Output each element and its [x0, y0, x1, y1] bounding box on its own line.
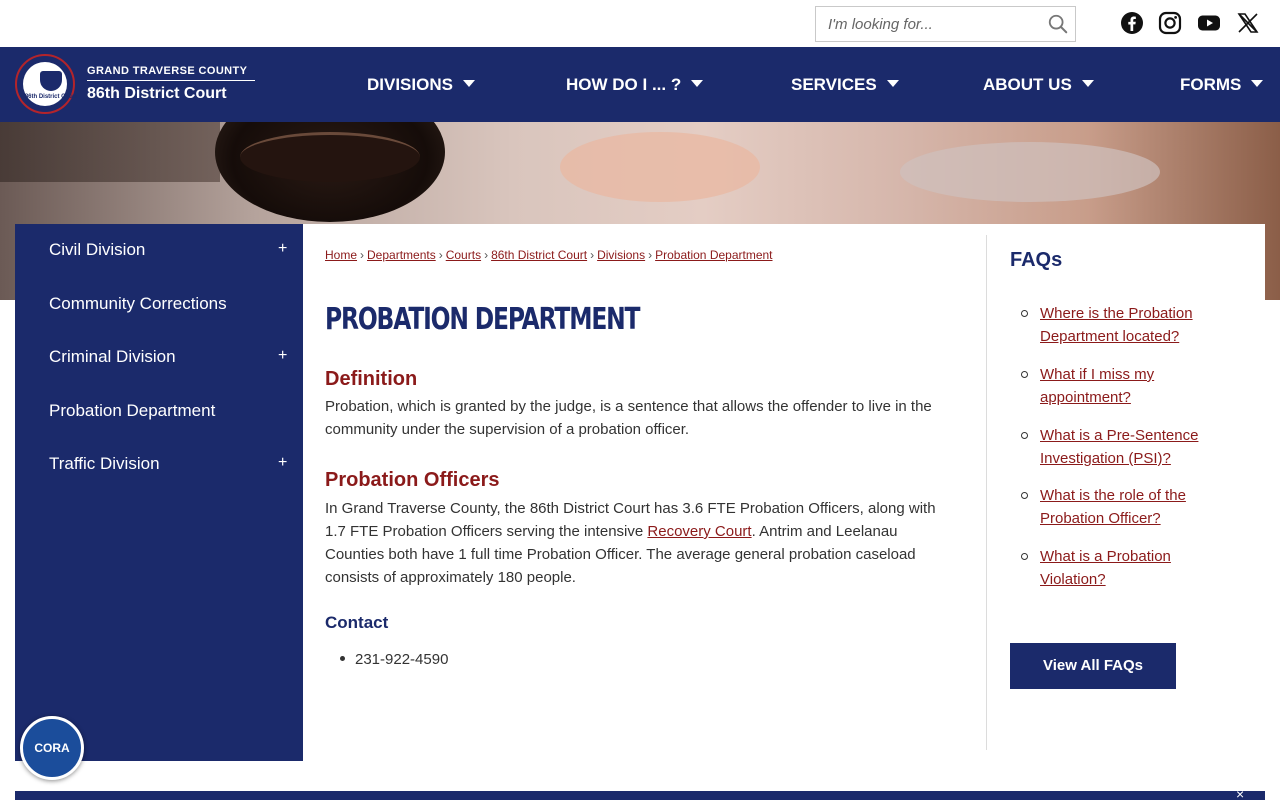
chevron-down-icon — [886, 80, 899, 88]
nav-label: DIVISIONS — [367, 75, 453, 94]
main-nav: 86th District Court GRAND TRAVERSE COUNT… — [0, 47, 1280, 122]
sidebar-item-criminal-division[interactable]: Criminal Division — [49, 347, 176, 367]
footer-bar — [15, 791, 1265, 800]
bullet — [1021, 371, 1028, 378]
search-input[interactable] — [816, 7, 1041, 41]
court-seal-logo[interactable]: 86th District Court — [15, 54, 77, 114]
nav-label: HOW DO I ... ? — [566, 75, 682, 94]
officers-heading: Probation Officers — [325, 469, 500, 491]
chevron-down-icon — [1251, 80, 1264, 88]
nav-about-us[interactable]: ABOUT US — [983, 75, 1094, 95]
contact-phone: 231-922-4590 — [340, 651, 448, 668]
expand-icon[interactable]: + — [278, 240, 287, 258]
breadcrumb-separator: › — [590, 248, 595, 262]
breadcrumb-separator: › — [360, 248, 365, 262]
nav-how-do-i[interactable]: HOW DO I ... ? — [566, 75, 704, 95]
recovery-court-link[interactable]: Recovery Court — [647, 523, 751, 540]
breadcrumb-separator: › — [484, 248, 489, 262]
bullet — [1021, 553, 1028, 560]
seal-text: 86th District Court — [24, 94, 78, 100]
bullet — [340, 655, 345, 661]
bullet — [1021, 432, 1028, 439]
brand-county[interactable]: GRAND TRAVERSE COUNTY — [87, 65, 247, 77]
youtube-icon[interactable] — [1197, 11, 1221, 35]
breadcrumb-divisions[interactable]: Divisions — [597, 248, 645, 262]
search-box[interactable] — [815, 6, 1076, 42]
bullet — [1021, 310, 1028, 317]
breadcrumb: Home › Departments › Courts › 86th District Co… — [325, 248, 773, 262]
expand-icon[interactable]: + — [278, 454, 287, 472]
page-title: PROBATION DEPARTMENT — [325, 302, 641, 337]
brand-divider — [87, 80, 255, 81]
breadcrumb-separator: › — [438, 248, 443, 262]
sidebar-item-probation-department[interactable]: Probation Department — [49, 401, 215, 421]
faq-item: What if I miss my appointment? — [1040, 363, 1240, 409]
sidebar-item-traffic-division[interactable]: Traffic Division — [49, 454, 160, 474]
breadcrumb-departments[interactable]: Departments — [367, 248, 436, 262]
nav-label: ABOUT US — [983, 75, 1072, 94]
search-icon[interactable] — [1047, 13, 1069, 35]
faq-item: Where is the Probation Department locate… — [1040, 302, 1240, 348]
sidebar-nav: Civil Division + Community Corrections C… — [15, 224, 303, 761]
nav-divisions[interactable]: DIVISIONS — [367, 75, 475, 95]
instagram-icon[interactable] — [1158, 11, 1182, 35]
nav-forms[interactable]: FORMS — [1180, 75, 1264, 95]
nav-services[interactable]: SERVICES — [791, 75, 899, 95]
faq-link[interactable]: What is a Pre-Sentence Investigation (PS… — [1040, 427, 1198, 467]
faq-link[interactable]: What is the role of the Probation Office… — [1040, 487, 1186, 527]
crest-icon — [40, 71, 62, 91]
faq-item: What is a Pre-Sentence Investigation (PS… — [1040, 424, 1240, 470]
definition-heading: Definition — [325, 368, 418, 390]
faq-item: What is the role of the Probation Office… — [1040, 484, 1240, 530]
officers-text: In Grand Traverse County, the 86th Distr… — [325, 497, 955, 589]
faq-link[interactable]: What if I miss my appointment? — [1040, 366, 1154, 406]
sidebar-item-community-corrections[interactable]: Community Corrections — [49, 294, 227, 314]
sidebar-item-civil-division[interactable]: Civil Division — [49, 240, 145, 260]
faq-link[interactable]: What is a Probation Violation? — [1040, 548, 1171, 588]
faq-link[interactable]: Where is the Probation Department locate… — [1040, 305, 1193, 345]
facebook-icon[interactable] — [1120, 11, 1144, 35]
close-icon[interactable]: × — [1236, 787, 1244, 800]
hero-blur — [560, 132, 760, 202]
definition-text: Probation, which is granted by the judge… — [325, 398, 932, 438]
brand-court-name[interactable]: 86th District Court — [87, 85, 227, 103]
breadcrumb-separator: › — [648, 248, 653, 262]
breadcrumb-probation-department[interactable]: Probation Department — [655, 248, 772, 262]
nav-label: SERVICES — [791, 75, 877, 94]
chevron-down-icon — [691, 80, 704, 88]
phone-number: 231-922-4590 — [355, 651, 449, 668]
nav-label: FORMS — [1180, 75, 1242, 94]
faq-item: What is a Probation Violation? — [1040, 545, 1240, 591]
expand-icon[interactable]: + — [278, 347, 287, 365]
breadcrumb-86th-district-court[interactable]: 86th District Court — [491, 248, 587, 262]
breadcrumb-home[interactable]: Home — [325, 248, 357, 262]
x-icon[interactable] — [1236, 11, 1260, 35]
chevron-down-icon — [1081, 80, 1094, 88]
chevron-down-icon — [462, 80, 475, 88]
view-all-faqs-button[interactable]: View All FAQs — [1010, 643, 1176, 689]
breadcrumb-courts[interactable]: Courts — [446, 248, 481, 262]
hero-shade — [0, 122, 220, 182]
faq-heading: FAQs — [1010, 249, 1063, 271]
seal-inner: 86th District Court — [23, 62, 77, 106]
hero-blur — [900, 142, 1160, 202]
bullet — [1021, 492, 1028, 499]
contact-heading: Contact — [325, 613, 389, 632]
column-divider — [986, 235, 987, 750]
gavel-band — [240, 132, 420, 182]
cora-chat-button[interactable]: CORA — [20, 716, 84, 780]
top-bar — [0, 0, 1280, 47]
